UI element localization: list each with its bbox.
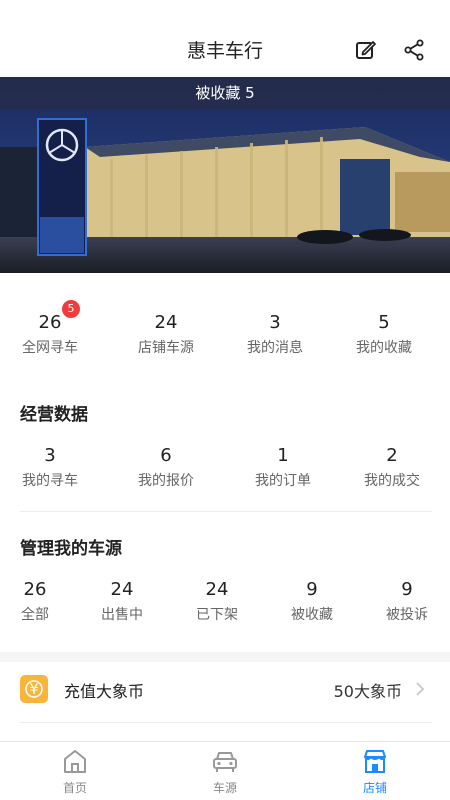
bottom-tab-bar: 首页 车源 店铺	[0, 741, 450, 800]
tab-home[interactable]: 首页	[0, 742, 150, 800]
store-icon	[364, 750, 386, 773]
inventory-stats: 26 全部 24 出售中 24 已下架 9 被收藏 9 被投诉	[0, 579, 450, 625]
stat-favorited[interactable]: 9 被收藏	[260, 579, 364, 625]
home-icon	[64, 750, 86, 773]
stat-network-search[interactable]: 26 全网寻车 5	[0, 300, 100, 358]
top-stats: 26 全网寻车 5 24 店铺车源 3 我的消息 5 我的收藏	[0, 300, 450, 358]
share-icon[interactable]	[402, 38, 426, 62]
section-gap	[0, 652, 450, 662]
notification-badge: 5	[62, 300, 80, 318]
tab-store[interactable]: 店铺	[300, 742, 450, 800]
stat-all[interactable]: 26 全部	[0, 579, 70, 625]
stat-my-favorites[interactable]: 5 我的收藏	[318, 312, 450, 358]
tab-cars[interactable]: 车源	[150, 742, 300, 800]
stat-complaints[interactable]: 9 被投诉	[364, 579, 450, 625]
stat-store-inventory[interactable]: 24 店铺车源	[100, 312, 232, 358]
stat-delisted[interactable]: 24 已下架	[174, 579, 260, 625]
manage-inventory-title: 管理我的车源	[20, 539, 122, 559]
stat-my-orders[interactable]: 1 我的订单	[232, 445, 334, 491]
business-stats: 3 我的寻车 6 我的报价 1 我的订单 2 我的成交	[0, 445, 450, 491]
edit-icon[interactable]	[354, 38, 378, 62]
stat-on-sale[interactable]: 24 出售中	[70, 579, 174, 625]
stat-my-deals[interactable]: 2 我的成交	[334, 445, 450, 491]
recharge-divider	[20, 722, 432, 723]
chevron-right-icon	[416, 682, 425, 696]
stat-my-search[interactable]: 3 我的寻车	[0, 445, 100, 491]
business-data-title: 经营数据	[20, 405, 88, 425]
page-title: 惠丰车行	[186, 40, 263, 62]
store-banner: 被收藏 5	[0, 77, 450, 273]
recharge-label: 充值大象币	[64, 682, 145, 701]
coin-balance: 50大象币	[333, 682, 402, 701]
car-icon	[213, 752, 237, 772]
recharge-row[interactable]: ¥ 充值大象币 50大象币	[0, 662, 450, 718]
stat-my-quotes[interactable]: 6 我的报价	[100, 445, 232, 491]
section-divider	[20, 511, 432, 512]
favorited-count-bar: 被收藏 5	[0, 77, 450, 109]
coin-icon: ¥	[20, 675, 48, 703]
stat-my-messages[interactable]: 3 我的消息	[232, 312, 318, 358]
app-header: 惠丰车行	[0, 0, 450, 78]
